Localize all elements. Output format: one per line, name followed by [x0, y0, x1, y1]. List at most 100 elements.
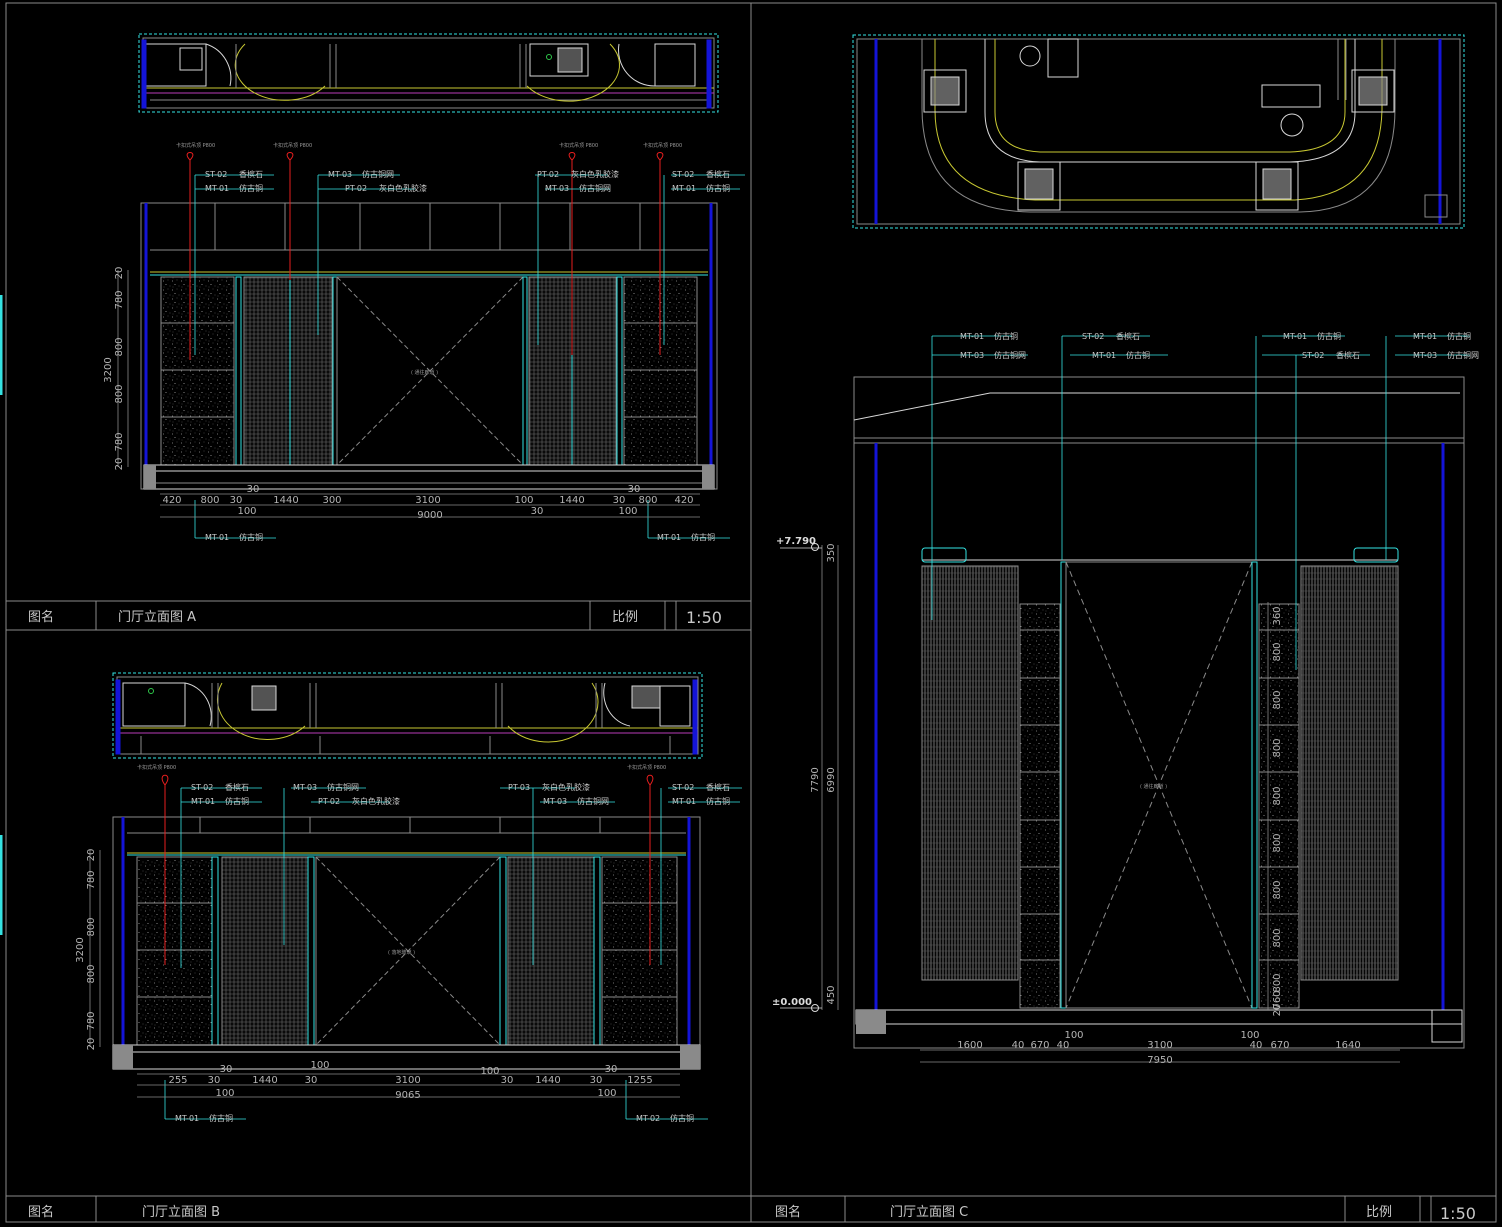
svg-text:卡扣式吊顶 P800: 卡扣式吊顶 P800: [559, 142, 598, 149]
dimension-value: 100: [215, 1088, 234, 1099]
material-tag-code: PT-02: [537, 170, 559, 179]
material-tag-code: ST-02: [1302, 351, 1324, 360]
material-tag-text: 仿古铜网: [1447, 350, 1479, 360]
dimension-value: 780: [86, 870, 97, 889]
elevation-c-top-level: +7.790: [776, 536, 816, 547]
dimension-value: 1440: [559, 495, 584, 506]
dimension-value: 800: [1272, 786, 1283, 805]
material-tag-text: 香槟石: [1336, 350, 1360, 360]
dimension-value: 3100: [1147, 1040, 1172, 1051]
material-tag-text: 仿古铜: [1317, 331, 1341, 341]
dimension-value: 1440: [273, 495, 298, 506]
sheet-c-scale-label: 比例: [1366, 1205, 1392, 1220]
dimension-total: 9065: [395, 1090, 420, 1101]
dimension-value: 20: [86, 849, 97, 862]
material-tag-code: MT-01: [1283, 332, 1307, 341]
material-tag-code: MT-03: [545, 184, 569, 193]
elevation-c: ( 通往廊道 ) +7.790 ±0.000: [772, 335, 1470, 1063]
material-tag-text: 仿古铜: [239, 183, 263, 193]
material-tag-code: MT-01: [175, 1114, 199, 1123]
material-tag-code: ST-02: [191, 783, 213, 792]
material-tag-text: 仿古铜: [691, 532, 715, 542]
material-tag-text: 灰白色乳胶漆: [571, 169, 619, 179]
material-tag-text: 仿古铜网: [362, 169, 394, 179]
dimension-value: 800: [200, 495, 219, 506]
material-tag-text: 仿古铜: [994, 331, 1018, 341]
material-tag-code: MT-01: [960, 332, 984, 341]
dimension-value: 780: [86, 1011, 97, 1030]
material-tag-code: ST-02: [205, 170, 227, 179]
svg-text:卡扣式吊顶 P800: 卡扣式吊顶 P800: [176, 142, 215, 149]
dimension-value: 800: [638, 495, 657, 506]
material-tag-text: 香槟石: [225, 782, 249, 792]
svg-text:卡扣式吊顶 P800: 卡扣式吊顶 P800: [643, 142, 682, 149]
material-tag-code: MT-01: [1413, 332, 1437, 341]
dimension-value: 100: [514, 495, 533, 506]
sheet-c-title: 门厅立面图 C: [890, 1205, 968, 1220]
material-tag-text: 香槟石: [1116, 331, 1140, 341]
dimension-total: 7950: [1147, 1055, 1172, 1066]
plan-c: [852, 34, 1465, 229]
dimension-value: 800: [1272, 973, 1283, 992]
dimension-value: 30: [613, 495, 626, 506]
dimension-value: 450: [826, 985, 837, 1004]
dimension-value: 800: [1272, 833, 1283, 852]
dimension-value: 350: [826, 543, 837, 562]
mesh-panel-left: [243, 276, 333, 466]
material-tag-text: 灰白色乳胶漆: [379, 183, 427, 193]
sheet-c-scale: 1:50: [1440, 1204, 1476, 1223]
elevation-c-base-level: ±0.000: [772, 997, 812, 1008]
dimension-value: 20: [86, 1038, 97, 1051]
svg-text:卡扣式吊顶 P800: 卡扣式吊顶 P800: [137, 764, 176, 771]
dimension-value: 30: [208, 1075, 221, 1086]
material-tag-code: MT-01: [672, 184, 696, 193]
dimension-value: 1440: [252, 1075, 277, 1086]
material-tag-code: MT-01: [205, 184, 229, 193]
sheet-a-scale-label: 比例: [612, 610, 638, 625]
material-tag-code: ST-02: [672, 170, 694, 179]
elevation-b: ( 落地玻璃 ) 卡扣式吊顶 P800 卡扣式吊顶 P800: [89, 764, 742, 1120]
dimension-value: 100: [480, 1066, 499, 1077]
dimension-value: 800: [1272, 928, 1283, 947]
dimension-value: 1600: [957, 1040, 982, 1051]
dimension-value: 800: [114, 337, 125, 356]
dimension-value: 800: [86, 917, 97, 936]
material-tag-text: 仿古铜: [209, 1113, 233, 1123]
material-tag-text: 仿古铜网: [994, 350, 1026, 360]
material-tag-text: 仿古铜: [225, 796, 249, 806]
dimension-total: 3200: [75, 937, 86, 962]
dimension-value: 800: [1272, 642, 1283, 661]
svg-text:卡扣式吊顶 P800: 卡扣式吊顶 P800: [627, 764, 666, 771]
material-tag-text: 仿古铜: [706, 183, 730, 193]
dimension-value: 800: [114, 384, 125, 403]
dimension-value: 420: [674, 495, 693, 506]
dimension-total: 7790: [810, 767, 821, 792]
material-tag-code: PT-03: [508, 783, 530, 792]
dimension-value: 40: [1057, 1040, 1070, 1051]
material-tag-text: 仿古铜: [670, 1113, 694, 1123]
material-tag-code: PT-02: [318, 797, 340, 806]
stripe-panel-left: [921, 565, 1019, 981]
dimension-value: 100: [618, 506, 637, 517]
dimension-value: 3100: [395, 1075, 420, 1086]
material-tag-text: 仿古铜网: [577, 796, 609, 806]
elevation-a: ( 通往廊道 ) 卡扣式吊顶 P800 卡扣式吊顶 P800 卡扣式吊顶 P80…: [117, 142, 745, 539]
dimension-value: 100: [597, 1088, 616, 1099]
dimension-value: 360: [1272, 606, 1283, 625]
dimension-value: 800: [86, 964, 97, 983]
stripe-panel-right: [1300, 565, 1399, 981]
dimension-value: 30: [501, 1075, 514, 1086]
sheet-a-scale: 1:50: [686, 608, 722, 627]
material-tag-code: MT-02: [636, 1114, 660, 1123]
material-tag-code: MT-03: [543, 797, 567, 806]
dimension-value: 20: [1272, 1004, 1283, 1017]
dimension-value: 30: [247, 484, 260, 495]
dimension-value: 780: [114, 290, 125, 309]
dimension-value: 100: [237, 506, 256, 517]
dimension-value: 800: [1272, 880, 1283, 899]
dimension-value: 100: [1240, 1030, 1259, 1041]
dimension-value: 300: [322, 495, 341, 506]
material-tag-text: 灰白色乳胶漆: [542, 782, 590, 792]
dimension-value: 1440: [535, 1075, 560, 1086]
dimension-value: 255: [168, 1075, 187, 1086]
